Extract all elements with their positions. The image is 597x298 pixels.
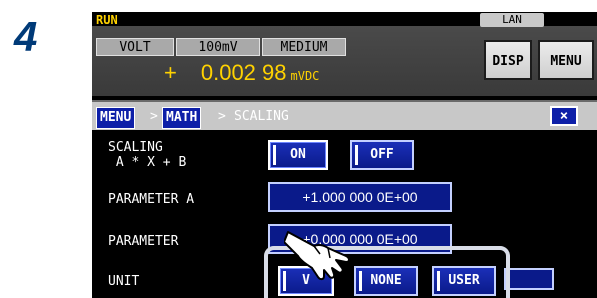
scaling-label: SCALING A * X + B: [108, 140, 187, 170]
range-field[interactable]: 100mV: [176, 38, 260, 56]
instrument-screen: RUN LAN VOLT 100mV MEDIUM DISP MENU +0.0…: [92, 12, 597, 298]
reading-unit: mVDC: [290, 69, 320, 83]
parameter-a-label: PARAMETER A: [108, 192, 195, 207]
parameter-a-input[interactable]: +1.000 000 0E+00: [268, 182, 452, 212]
scaling-on-button[interactable]: ON: [268, 140, 328, 170]
pointing-hand-icon: [284, 231, 350, 281]
close-icon[interactable]: ×: [550, 106, 578, 126]
breadcrumb-math[interactable]: MATH: [162, 107, 202, 129]
breadcrumb: MENU > MATH > SCALING ×: [92, 100, 597, 130]
run-status: RUN: [96, 13, 118, 27]
speed-field[interactable]: MEDIUM: [262, 38, 346, 56]
measurement-reading: +0.002 98 mVDC: [164, 60, 319, 86]
scaling-off-label: OFF: [370, 147, 394, 162]
indicator: [355, 145, 358, 165]
scaling-off-button[interactable]: OFF: [350, 140, 414, 170]
function-field[interactable]: VOLT: [96, 38, 174, 56]
unit-label: UNIT: [108, 274, 140, 289]
unit-user-text-input[interactable]: [504, 268, 554, 290]
breadcrumb-current: SCALING: [234, 109, 289, 124]
disp-button[interactable]: DISP: [484, 40, 532, 80]
selected-indicator: [273, 145, 276, 165]
parameter-b-label: PARAMETER: [108, 234, 179, 249]
breadcrumb-separator: >: [150, 109, 158, 124]
reading-value: 0.002 98: [200, 60, 287, 85]
reading-sign: +: [164, 60, 177, 85]
breadcrumb-separator: >: [218, 109, 226, 124]
lan-indicator: LAN: [480, 13, 544, 27]
breadcrumb-menu[interactable]: MENU: [96, 107, 136, 129]
menu-button[interactable]: MENU: [538, 40, 594, 80]
step-number: 4: [14, 13, 38, 60]
scaling-on-label: ON: [290, 147, 306, 162]
